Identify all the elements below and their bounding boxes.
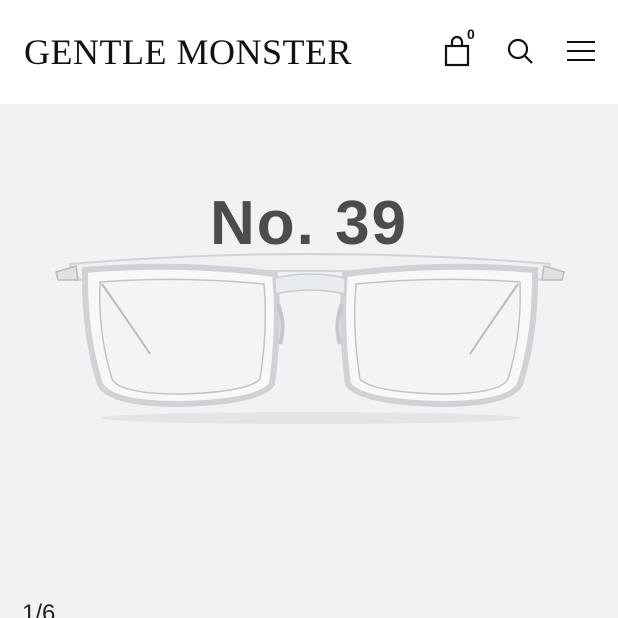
product-image-carousel[interactable]: No. 39 1/6	[0, 104, 618, 618]
site-header: GENTLE MONSTER 0	[0, 0, 618, 104]
eyeglasses-image	[55, 253, 565, 424]
menu-icon[interactable]	[564, 34, 598, 68]
image-pager: 1/6	[22, 600, 56, 618]
search-icon[interactable]	[503, 34, 537, 68]
cart-count-badge: 0	[467, 26, 475, 42]
brand-logo[interactable]: GENTLE MONSTER	[24, 30, 352, 74]
